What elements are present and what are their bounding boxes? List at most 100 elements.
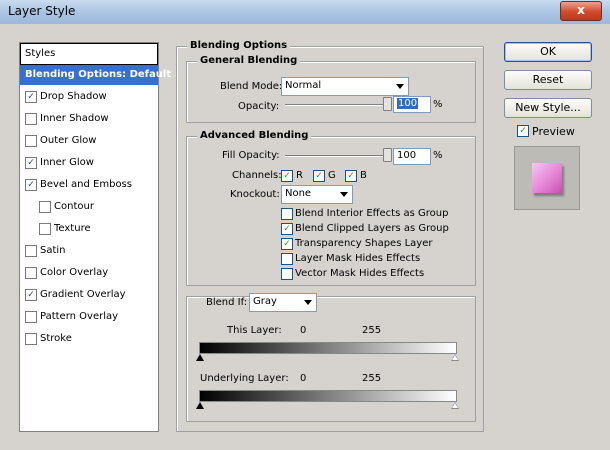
style-checkbox[interactable]: ✓ [25, 91, 37, 103]
styles-header[interactable]: Styles [20, 43, 158, 65]
style-checkbox[interactable] [39, 201, 51, 213]
channels-label: Channels: [232, 170, 282, 181]
advanced-option-checkbox[interactable] [281, 253, 293, 265]
opacity-unit: % [433, 99, 443, 110]
underlying-layer-gradient [199, 390, 457, 402]
underlying-layer-white-slider[interactable] [451, 402, 459, 409]
blend-if-select[interactable]: Gray [249, 293, 317, 312]
style-item-label: Gradient Overlay [40, 289, 126, 300]
style-checkbox[interactable]: ✓ [25, 289, 37, 301]
style-item-label: Contour [54, 201, 94, 212]
advanced-blending-legend: Advanced Blending [197, 130, 312, 141]
ok-button[interactable]: OK [504, 42, 592, 62]
knockout-select[interactable]: None [281, 185, 353, 204]
opacity-value: 100 [397, 98, 419, 109]
opacity-slider-track[interactable] [285, 104, 388, 106]
advanced-option-label: Blend Clipped Layers as Group [295, 223, 449, 234]
channel-g-checkbox[interactable]: ✓ [313, 170, 325, 182]
style-item-label: Color Overlay [40, 267, 109, 278]
this-layer-gradient [199, 342, 457, 354]
style-item[interactable]: Contour [20, 197, 158, 217]
this-layer-label: This Layer: [227, 325, 282, 336]
fill-opacity-slider-track[interactable] [285, 155, 388, 157]
underlying-layer-min: 0 [300, 373, 307, 384]
style-item-label: Outer Glow [40, 135, 97, 146]
style-checkbox[interactable] [25, 135, 37, 147]
advanced-option-checkbox[interactable] [281, 208, 293, 220]
style-item-label: Stroke [40, 333, 72, 344]
channel-r-label: R [296, 170, 303, 181]
blending-options-legend: Blending Options [187, 40, 291, 51]
style-item-label: Satin [40, 245, 66, 256]
style-item-label: Pattern Overlay [40, 311, 119, 322]
style-item[interactable]: Pattern Overlay [20, 307, 158, 327]
style-item-label: Inner Shadow [40, 113, 109, 124]
style-checkbox[interactable] [39, 223, 51, 235]
style-item[interactable]: Outer Glow [20, 131, 158, 151]
style-checkbox[interactable] [25, 113, 37, 125]
chevron-down-icon [396, 84, 404, 89]
style-checkbox[interactable] [25, 245, 37, 257]
new-style-button[interactable]: New Style... [504, 98, 592, 118]
style-item[interactable]: ✓ Bevel and Emboss [20, 175, 158, 195]
advanced-option-label: Transparency Shapes Layer [295, 238, 433, 249]
blend-mode-label: Blend Mode: [220, 81, 283, 92]
reset-button[interactable]: Reset [504, 70, 592, 90]
this-layer-max: 255 [362, 325, 382, 336]
style-item[interactable]: ✓ Inner Glow [20, 153, 158, 173]
preview-label: Preview [532, 125, 575, 138]
advanced-option-label: Blend Interior Effects as Group [295, 208, 449, 219]
this-layer-min: 0 [300, 325, 307, 336]
advanced-option-checkbox[interactable] [281, 268, 293, 280]
this-layer-black-slider[interactable] [196, 354, 204, 361]
style-item[interactable]: ✓ Gradient Overlay [20, 285, 158, 305]
style-item[interactable]: Inner Shadow [20, 109, 158, 129]
style-item[interactable]: Texture [20, 219, 158, 239]
style-item-label: Blending Options: Default [25, 69, 172, 80]
advanced-option-checkbox[interactable]: ✓ [281, 223, 293, 235]
chevron-down-icon [340, 192, 348, 197]
opacity-slider-thumb[interactable] [383, 97, 392, 111]
channel-b-checkbox[interactable]: ✓ [345, 170, 357, 182]
style-checkbox[interactable]: ✓ [25, 157, 37, 169]
channel-r-checkbox[interactable]: ✓ [281, 170, 293, 182]
style-checkbox[interactable]: ✓ [25, 179, 37, 191]
blend-mode-select[interactable]: Normal [281, 77, 409, 96]
opacity-field[interactable]: 100 [393, 96, 431, 113]
fill-opacity-slider-thumb[interactable] [383, 148, 392, 162]
advanced-option-label: Layer Mask Hides Effects [295, 253, 421, 264]
opacity-label: Opacity: [238, 101, 280, 112]
style-item[interactable]: Stroke [20, 329, 158, 349]
preview-checkbox[interactable]: ✓ [517, 125, 529, 137]
style-item-label: Texture [54, 223, 91, 234]
preview-swatch [532, 163, 562, 193]
style-item[interactable]: Color Overlay [20, 263, 158, 283]
this-layer-white-slider[interactable] [451, 354, 459, 361]
chevron-down-icon [304, 300, 312, 305]
underlying-layer-label: Underlying Layer: [200, 373, 289, 384]
advanced-option-checkbox[interactable]: ✓ [281, 238, 293, 250]
blend-if-group [186, 296, 476, 422]
style-checkbox[interactable] [25, 267, 37, 279]
fill-opacity-field[interactable]: 100 [393, 148, 431, 165]
style-preview [514, 146, 580, 210]
blend-mode-value: Normal [285, 80, 322, 91]
fill-opacity-unit: % [433, 150, 443, 161]
channel-b-label: B [360, 170, 367, 181]
underlying-layer-black-slider[interactable] [196, 402, 204, 409]
style-checkbox[interactable] [25, 311, 37, 323]
knockout-label: Knockout: [230, 189, 280, 200]
style-checkbox[interactable] [25, 333, 37, 345]
style-item[interactable]: Blending Options: Default [20, 65, 171, 85]
underlying-layer-max: 255 [362, 373, 382, 384]
style-item-label: Inner Glow [40, 157, 94, 168]
channel-g-label: G [328, 170, 336, 181]
close-button[interactable]: x [560, 1, 602, 21]
general-blending-legend: General Blending [197, 55, 301, 66]
blend-if-value: Gray [253, 296, 277, 307]
style-item-label: Bevel and Emboss [40, 179, 132, 190]
window-title: Layer Style [8, 4, 76, 18]
style-item[interactable]: Satin [20, 241, 158, 261]
style-item[interactable]: ✓ Drop Shadow [20, 87, 158, 107]
styles-header-label: Styles [25, 48, 56, 59]
